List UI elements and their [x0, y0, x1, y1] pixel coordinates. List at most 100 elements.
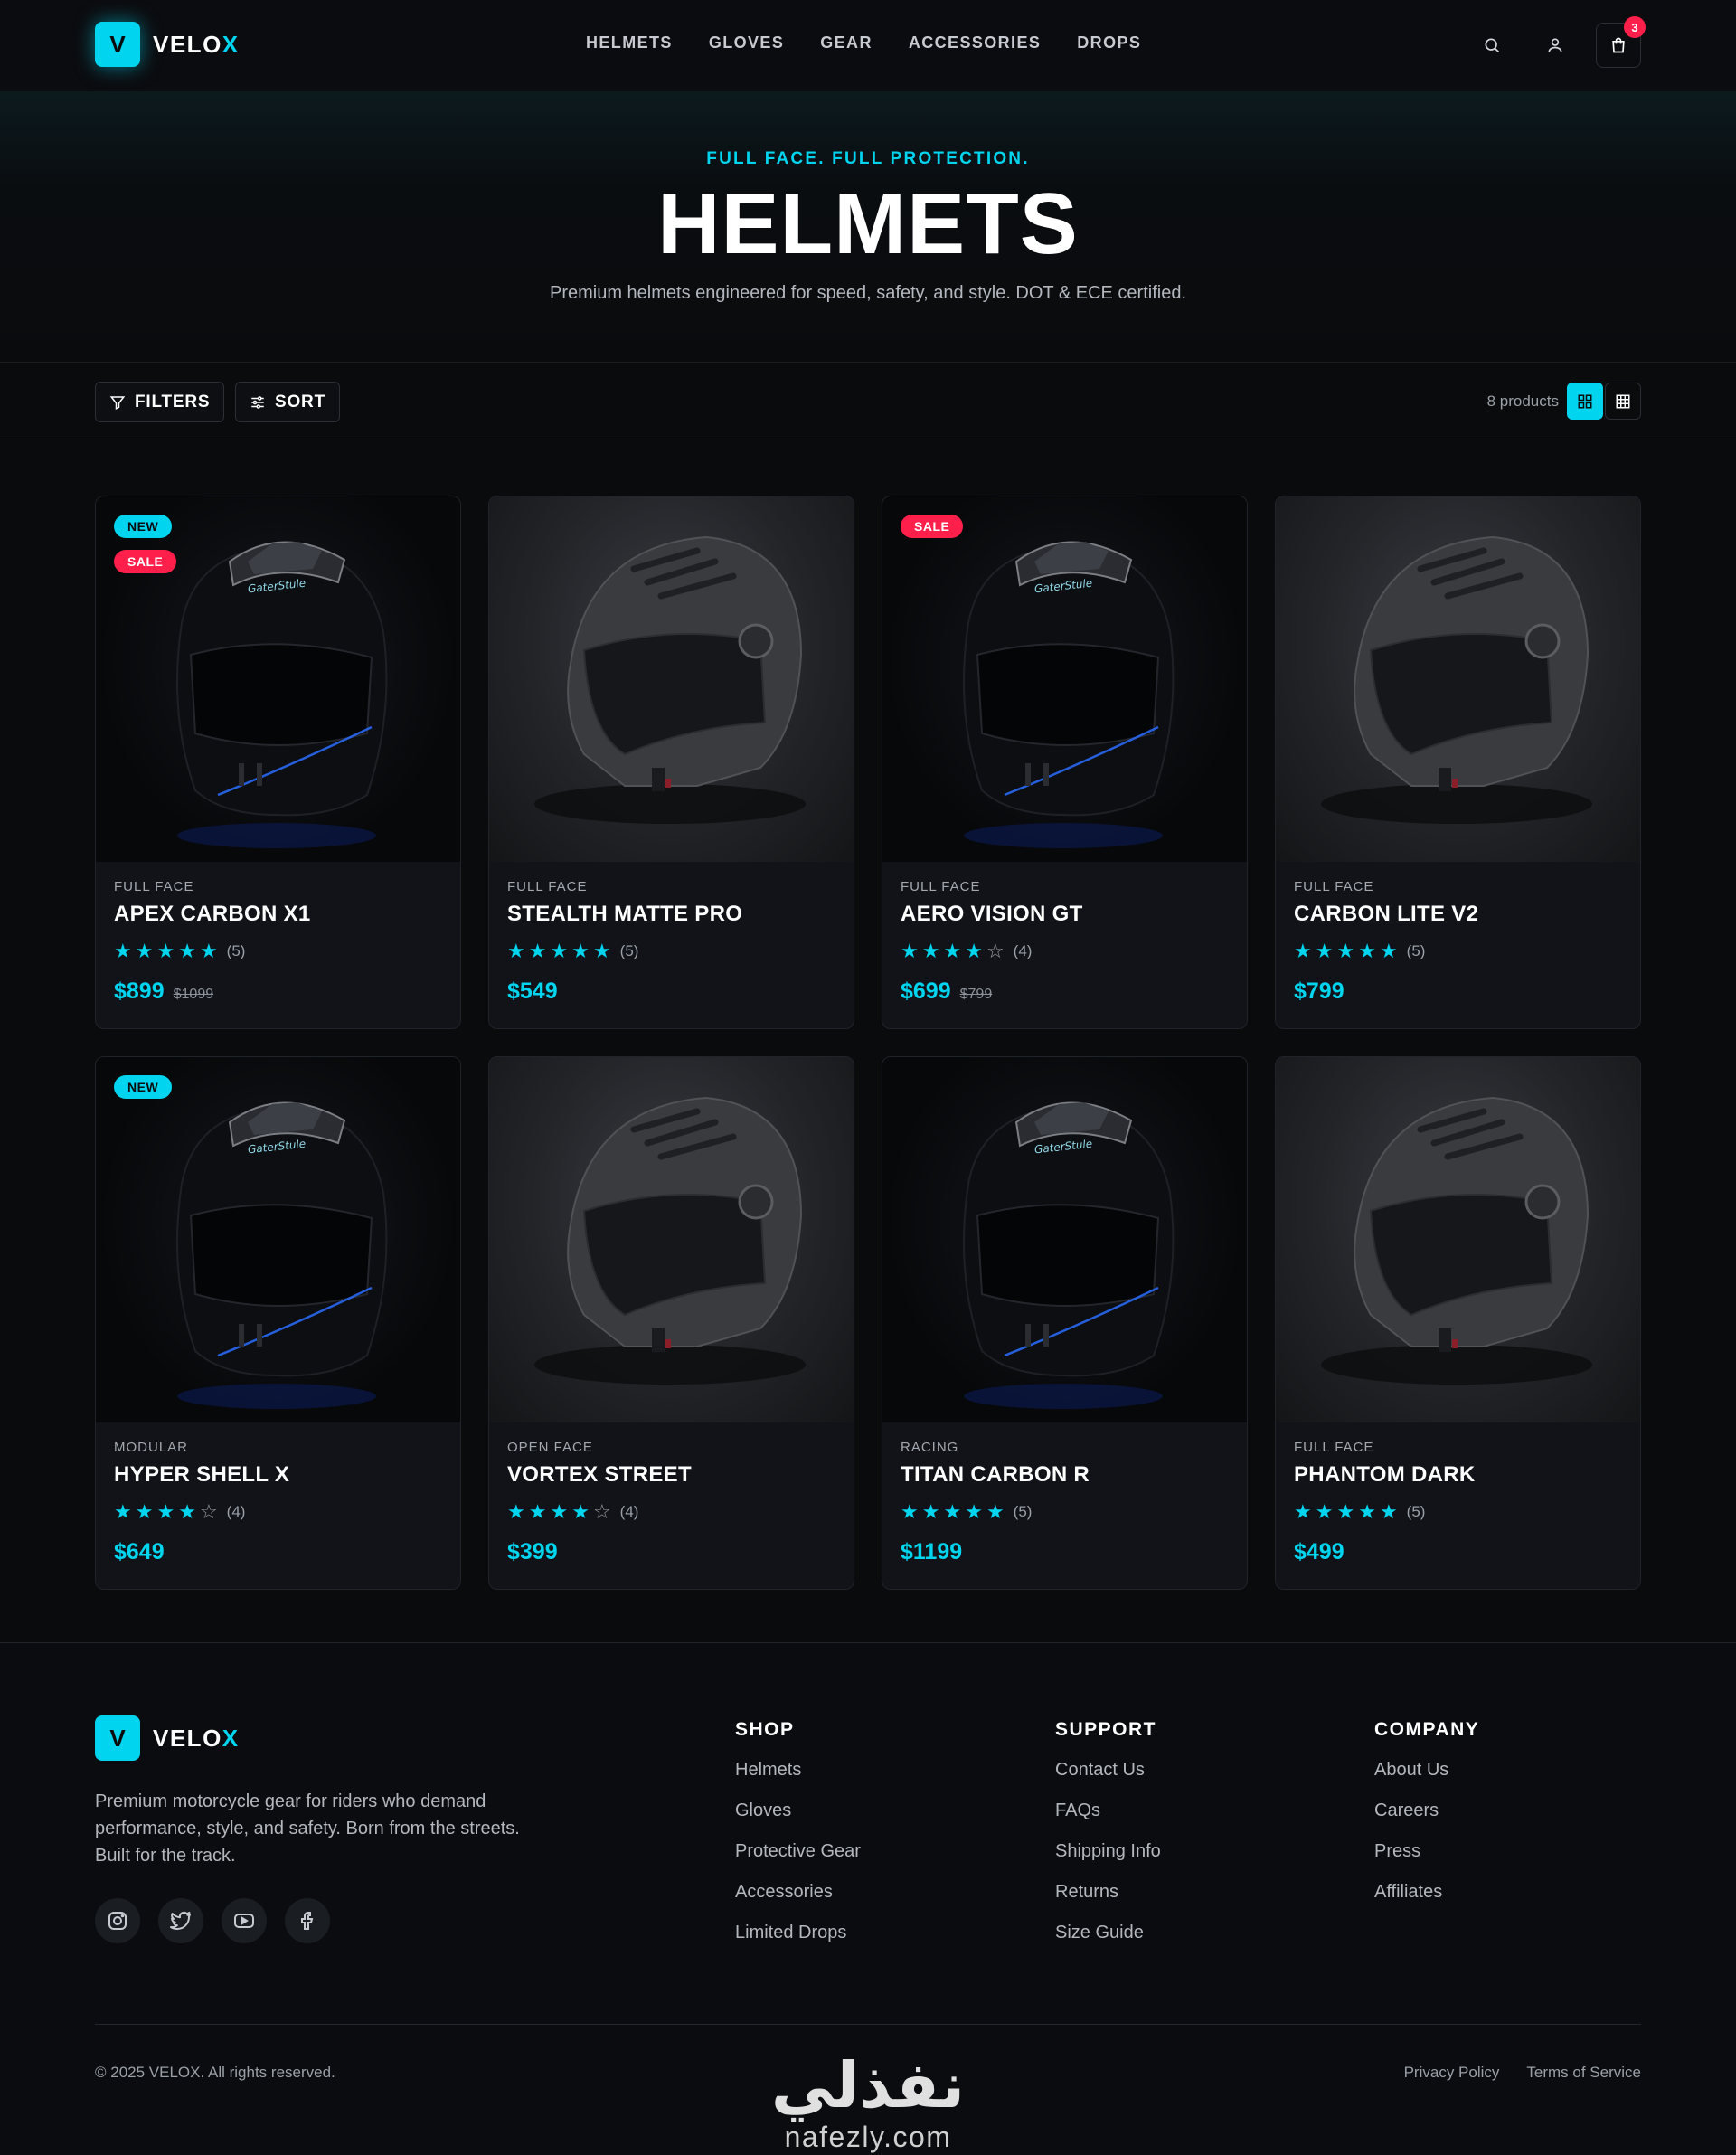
- footer-link[interactable]: Gloves: [735, 1800, 861, 1822]
- footer-link[interactable]: Careers: [1374, 1800, 1479, 1822]
- product-name[interactable]: STEALTH MATTE PRO: [507, 902, 742, 927]
- hero-subtitle: Premium helmets engineered for speed, sa…: [549, 283, 1187, 303]
- product-category: FULL FACE: [507, 879, 588, 894]
- footer-col-company: COMPANY About Us Careers Press Affiliate…: [1374, 1719, 1479, 1922]
- star-filled-icon: ★: [1315, 940, 1334, 962]
- product-rating: ★ ★ ★ ★ ☆ (4): [901, 941, 1032, 961]
- rating-count: (5): [1406, 942, 1426, 959]
- product-price: $549: [507, 978, 558, 1004]
- filters-button[interactable]: FILTERS: [95, 382, 225, 422]
- product-image: [489, 1057, 854, 1422]
- footer-logo[interactable]: V VELOX: [95, 1715, 240, 1761]
- nav-link-accessories[interactable]: ACCESSORIES: [909, 33, 1041, 52]
- hero-section: FULL FACE. FULL PROTECTION. HELMETS Prem…: [0, 91, 1736, 363]
- facebook-link[interactable]: [285, 1898, 330, 1943]
- footer-link[interactable]: FAQs: [1055, 1800, 1161, 1822]
- rating-count: (4): [1013, 942, 1033, 959]
- watermark-url: nafezly.com: [784, 2121, 952, 2153]
- product-card[interactable]: FULL FACE PHANTOM DARK ★ ★ ★ ★ ★ (5) $499: [1275, 1056, 1641, 1590]
- account-button[interactable]: [1535, 25, 1575, 65]
- nav-link-drops[interactable]: DROPS: [1077, 33, 1141, 52]
- product-price-row: $399: [507, 1539, 558, 1565]
- product-price: $899: [114, 978, 165, 1004]
- footer-link[interactable]: Helmets: [735, 1759, 861, 1782]
- cart-button[interactable]: 3: [1596, 16, 1646, 68]
- youtube-link[interactable]: [222, 1898, 267, 1943]
- star-filled-icon: ★: [528, 1500, 547, 1523]
- footer-link[interactable]: Returns: [1055, 1881, 1161, 1904]
- product-price: $499: [1294, 1539, 1344, 1564]
- star-filled-icon: ★: [1379, 940, 1398, 962]
- product-name[interactable]: CARBON LITE V2: [1294, 902, 1478, 927]
- sort-button[interactable]: SORT: [235, 382, 340, 422]
- legal-links: Privacy Policy Terms of Service: [1404, 2064, 1641, 2082]
- star-filled-icon: ★: [1358, 1500, 1376, 1523]
- sale-badge: SALE: [901, 515, 964, 538]
- footer-link[interactable]: Contact Us: [1055, 1759, 1161, 1782]
- footer-link[interactable]: Shipping Info: [1055, 1840, 1161, 1863]
- open-face-helmet-icon: [1321, 1096, 1592, 1385]
- footer-link[interactable]: About Us: [1374, 1759, 1479, 1782]
- product-image: GaterStule: [882, 1057, 1247, 1422]
- product-name[interactable]: AERO VISION GT: [901, 902, 1083, 927]
- watermark-arabic: نفذلي: [770, 2048, 966, 2122]
- footer-description: Premium motorcycle gear for riders who d…: [95, 1791, 520, 1866]
- star-filled-icon: ★: [901, 1500, 919, 1523]
- product-card[interactable]: FULL FACE CARBON LITE V2 ★ ★ ★ ★ ★ (5) $799: [1275, 496, 1641, 1029]
- star-filled-icon: ★: [507, 940, 525, 962]
- star-filled-icon: ★: [178, 1500, 196, 1523]
- twitter-link[interactable]: [158, 1898, 203, 1943]
- product-price-row: $649: [114, 1539, 165, 1565]
- footer-link[interactable]: Affiliates: [1374, 1881, 1479, 1904]
- star-filled-icon: ★: [1336, 940, 1355, 962]
- nav-link-helmets[interactable]: HELMETS: [586, 33, 673, 52]
- new-badge: NEW: [114, 515, 173, 538]
- product-card[interactable]: GaterStule SALE FULL FACE AERO VISION GT…: [882, 496, 1248, 1029]
- star-filled-icon: ★: [199, 940, 218, 962]
- grid-view-button[interactable]: [1567, 383, 1603, 420]
- filter-icon: [109, 395, 126, 410]
- product-old-price: $799: [959, 987, 993, 1002]
- product-card[interactable]: OPEN FACE VORTEX STREET ★ ★ ★ ★ ☆ (4) $399: [488, 1056, 854, 1590]
- footer-link[interactable]: Protective Gear: [735, 1840, 861, 1863]
- star-filled-icon: ★: [550, 1500, 569, 1523]
- search-button[interactable]: [1472, 25, 1512, 65]
- logo-text: VELOX: [153, 30, 240, 58]
- product-image: GaterStule: [96, 1057, 460, 1422]
- product-name[interactable]: PHANTOM DARK: [1294, 1462, 1476, 1488]
- brand-logo[interactable]: V VELOX: [95, 22, 240, 67]
- facebook-icon: [301, 1912, 314, 1930]
- star-filled-icon: ★: [592, 940, 611, 962]
- terms-of-service-link[interactable]: Terms of Service: [1526, 2064, 1641, 2082]
- product-name[interactable]: TITAN CARBON R: [901, 1462, 1090, 1488]
- full-face-helmet-icon: GaterStule: [963, 1101, 1175, 1409]
- footer-col-title: COMPANY: [1374, 1719, 1480, 1740]
- product-rating: ★ ★ ★ ★ ☆ (4): [507, 1502, 638, 1522]
- rating-count: (5): [1406, 1503, 1426, 1520]
- footer-col-title: SUPPORT: [1055, 1719, 1157, 1740]
- instagram-link[interactable]: [95, 1898, 140, 1943]
- footer-link[interactable]: Size Guide: [1055, 1922, 1161, 1944]
- product-price: $799: [1294, 978, 1344, 1004]
- footer-link[interactable]: Limited Drops: [735, 1922, 861, 1944]
- copyright: © 2025 VELOX. All rights reserved.: [95, 2064, 335, 2081]
- product-name[interactable]: VORTEX STREET: [507, 1462, 692, 1488]
- star-filled-icon: ★: [965, 1500, 983, 1523]
- star-filled-icon: ★: [1336, 1500, 1355, 1523]
- rating-count: (5): [226, 942, 246, 959]
- product-card[interactable]: GaterStule NEW MODULAR HYPER SHELL X ★ ★ ★…: [95, 1056, 461, 1590]
- product-card[interactable]: GaterStule RACING TITAN CARBON R ★ ★ ★ ★ ★ (5…: [882, 1056, 1248, 1590]
- product-card[interactable]: GaterStule NEW SALE FULL FACE APEX CARBO…: [95, 496, 461, 1029]
- privacy-policy-link[interactable]: Privacy Policy: [1404, 2064, 1500, 2082]
- product-card[interactable]: FULL FACE STEALTH MATTE PRO ★ ★ ★ ★ ★ (5) $54…: [488, 496, 854, 1029]
- footer-link[interactable]: Accessories: [735, 1881, 861, 1904]
- nav-link-gear[interactable]: GEAR: [820, 33, 873, 52]
- product-name[interactable]: APEX CARBON X1: [114, 902, 311, 927]
- product-name[interactable]: HYPER SHELL X: [114, 1462, 289, 1488]
- nav-link-gloves[interactable]: GLOVES: [709, 33, 784, 52]
- footer-link[interactable]: Press: [1374, 1840, 1479, 1863]
- product-rating: ★ ★ ★ ★ ★ (5): [1294, 1502, 1425, 1522]
- star-filled-icon: ★: [1315, 1500, 1334, 1523]
- dense-grid-view-button[interactable]: [1605, 383, 1641, 420]
- site-footer: V VELOX Premium motorcycle gear for ride…: [0, 1642, 1736, 2155]
